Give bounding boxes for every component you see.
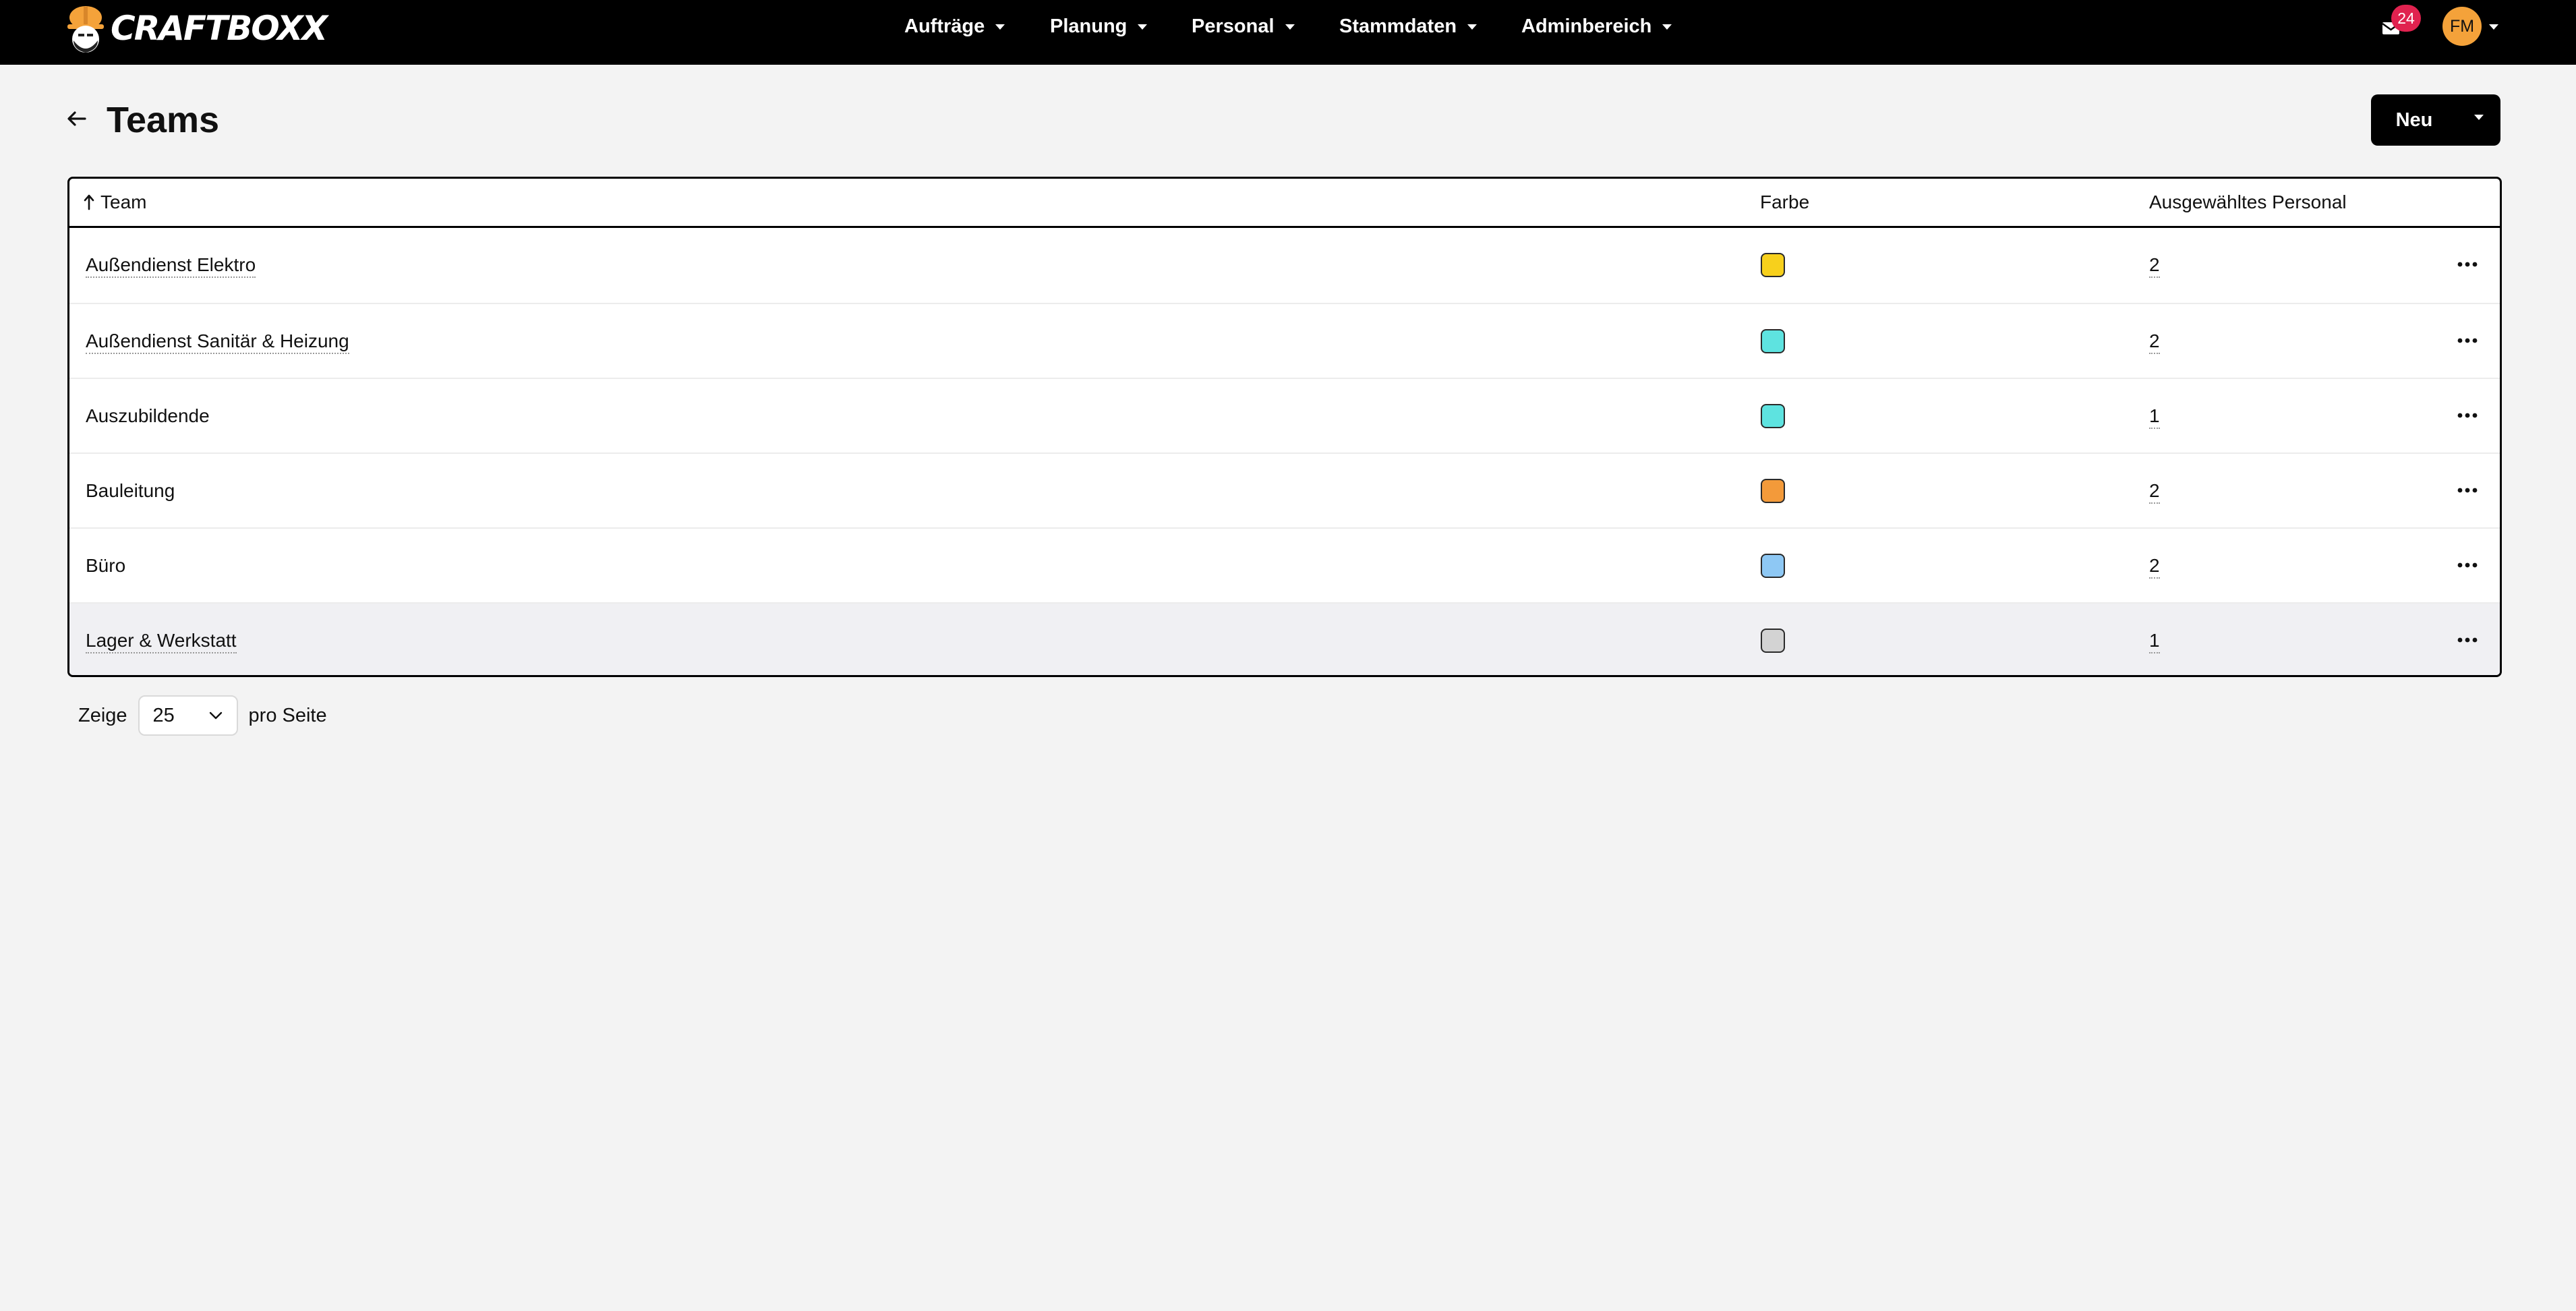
ellipsis-icon[interactable] bbox=[2454, 254, 2481, 275]
team-name: Auszubildende bbox=[86, 405, 210, 426]
caret-down-icon bbox=[2474, 115, 2484, 120]
brand[interactable]: CRAFTBOXX bbox=[66, 3, 328, 54]
personal-count: 2 bbox=[2149, 254, 2160, 278]
personal-count: 1 bbox=[2149, 405, 2160, 429]
page-title: Teams bbox=[107, 100, 220, 140]
chevron-down-icon bbox=[209, 711, 222, 720]
craftsman-logo-icon bbox=[67, 6, 104, 53]
caret-down-icon bbox=[1467, 24, 1477, 30]
personal-count-cell[interactable]: 2 bbox=[2149, 228, 2160, 301]
ellipsis-icon[interactable] bbox=[2454, 405, 2481, 426]
team-color-swatch bbox=[1761, 479, 1785, 503]
column-header-personal-label: Ausgewähltes Personal bbox=[2149, 192, 2347, 212]
nav-planung-label: Planung bbox=[1050, 15, 1128, 37]
per-page-select[interactable]: 25 bbox=[138, 695, 238, 736]
team-name: Bauleitung bbox=[86, 480, 175, 501]
personal-count: 1 bbox=[2149, 630, 2160, 653]
personal-count: 2 bbox=[2149, 330, 2160, 354]
teams-table: Team Farbe Ausgewähltes Personal Außendi… bbox=[67, 177, 2502, 677]
column-header-personal[interactable]: Ausgewähltes Personal bbox=[2149, 179, 2347, 226]
caret-down-icon bbox=[1138, 24, 1148, 30]
team-name-cell[interactable]: Büro bbox=[86, 529, 125, 602]
notification-count-badge: 24 bbox=[2391, 5, 2421, 32]
caret-down-icon bbox=[1285, 24, 1295, 30]
pagination-prefix: Zeige bbox=[78, 704, 127, 726]
table-header: Team Farbe Ausgewähltes Personal bbox=[69, 179, 2500, 228]
team-color-swatch bbox=[1761, 253, 1785, 277]
table-row[interactable]: Außendienst Elektro 2 bbox=[69, 228, 2500, 301]
ellipsis-icon[interactable] bbox=[2454, 330, 2481, 351]
table-row[interactable]: Außendienst Sanitär & Heizung 2 bbox=[69, 303, 2500, 378]
new-split-button: Neu bbox=[2371, 94, 2500, 146]
team-name: Lager & Werkstatt bbox=[86, 630, 237, 653]
ellipsis-icon[interactable] bbox=[2454, 554, 2481, 576]
column-header-farbe-label: Farbe bbox=[1760, 192, 1810, 212]
ellipsis-icon[interactable] bbox=[2454, 629, 2481, 651]
team-name: Außendienst Sanitär & Heizung bbox=[86, 330, 349, 354]
nav-planung[interactable]: Planung bbox=[1050, 0, 1148, 53]
team-name: Außendienst Elektro bbox=[86, 254, 256, 278]
personal-count-cell[interactable]: 1 bbox=[2149, 604, 2160, 675]
personal-count-cell[interactable]: 1 bbox=[2149, 379, 2160, 453]
table-row[interactable]: Büro 2 bbox=[69, 527, 2500, 602]
team-name-cell[interactable]: Lager & Werkstatt bbox=[86, 604, 237, 675]
personal-count: 2 bbox=[2149, 480, 2160, 504]
nav-stammdaten[interactable]: Stammdaten bbox=[1339, 0, 1477, 53]
team-color-swatch bbox=[1761, 404, 1785, 428]
per-page-value: 25 bbox=[152, 704, 175, 726]
nav-stammdaten-label: Stammdaten bbox=[1339, 15, 1457, 37]
ellipsis-icon[interactable] bbox=[2454, 479, 2481, 501]
column-header-team-label: Team bbox=[100, 192, 147, 212]
column-header-team[interactable]: Team bbox=[83, 179, 146, 226]
table-row[interactable]: Lager & Werkstatt 1 bbox=[69, 602, 2500, 675]
team-color-swatch bbox=[1761, 629, 1785, 653]
personal-count-cell[interactable]: 2 bbox=[2149, 454, 2160, 527]
personal-count: 2 bbox=[2149, 555, 2160, 579]
column-header-farbe[interactable]: Farbe bbox=[1760, 179, 1809, 226]
nav-auftraege[interactable]: Aufträge bbox=[904, 0, 1005, 53]
caret-down-icon bbox=[1662, 24, 1672, 30]
arrow-left-icon[interactable] bbox=[65, 107, 89, 131]
team-name-cell[interactable]: Außendienst Sanitär & Heizung bbox=[86, 304, 349, 378]
personal-count-cell[interactable]: 2 bbox=[2149, 529, 2160, 602]
team-color-swatch bbox=[1761, 554, 1785, 578]
team-name-cell[interactable]: Bauleitung bbox=[86, 454, 175, 527]
nav-adminbereich[interactable]: Adminbereich bbox=[1521, 0, 1672, 53]
nav-auftraege-label: Aufträge bbox=[904, 15, 985, 37]
team-name: Büro bbox=[86, 555, 126, 576]
personal-count-cell[interactable]: 2 bbox=[2149, 304, 2160, 378]
user-avatar[interactable]: FM bbox=[2442, 7, 2482, 46]
team-color-swatch bbox=[1761, 329, 1785, 353]
brand-name: CRAFTBOXX bbox=[111, 9, 328, 48]
pagination-suffix: pro Seite bbox=[248, 704, 327, 726]
team-name-cell[interactable]: Außendienst Elektro bbox=[86, 228, 256, 301]
new-button-dropdown-toggle[interactable] bbox=[2457, 94, 2500, 146]
nav-personal-label: Personal bbox=[1192, 15, 1275, 37]
caret-down-icon bbox=[995, 24, 1005, 30]
arrow-up-icon bbox=[84, 194, 94, 210]
pagination: Zeige 25 pro Seite bbox=[78, 695, 327, 736]
team-name-cell[interactable]: Auszubildende bbox=[86, 379, 210, 453]
top-navbar: CRAFTBOXX Aufträge Planung Personal Stam… bbox=[0, 0, 2576, 65]
nav-adminbereich-label: Adminbereich bbox=[1521, 15, 1652, 37]
table-row[interactable]: Auszubildende 1 bbox=[69, 378, 2500, 453]
table-row[interactable]: Bauleitung 2 bbox=[69, 453, 2500, 527]
new-button[interactable]: Neu bbox=[2371, 109, 2457, 132]
avatar-caret-down-icon[interactable] bbox=[2489, 24, 2498, 30]
nav-personal[interactable]: Personal bbox=[1192, 0, 1295, 53]
